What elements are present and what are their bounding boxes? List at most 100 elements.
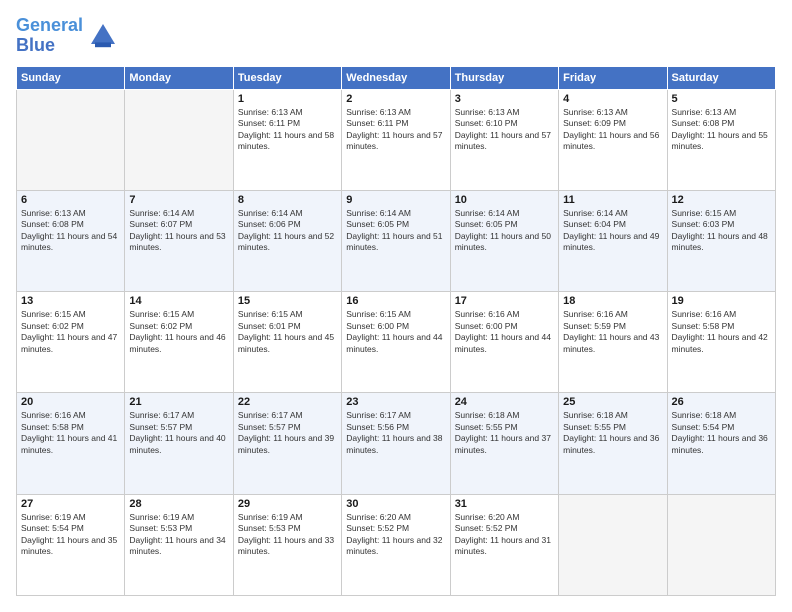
day-info: Sunrise: 6:17 AM Sunset: 5:57 PM Dayligh…: [238, 410, 337, 456]
calendar-cell: [17, 89, 125, 190]
day-info: Sunrise: 6:14 AM Sunset: 6:06 PM Dayligh…: [238, 208, 337, 254]
day-info: Sunrise: 6:14 AM Sunset: 6:04 PM Dayligh…: [563, 208, 662, 254]
calendar-cell: 23Sunrise: 6:17 AM Sunset: 5:56 PM Dayli…: [342, 393, 450, 494]
day-number: 30: [346, 498, 445, 510]
calendar-cell: 15 Sunrise: 6:15 AM Sunset: 6:01 PM Dayli…: [233, 292, 341, 393]
day-info: Sunrise: 6:19 AM Sunset: 5:53 PM Dayligh…: [238, 512, 337, 558]
day-info: Sunrise: 6:19 AM Sunset: 5:53 PM Dayligh…: [129, 512, 228, 558]
day-info: Sunrise: 6:16 AM Sunset: 6:00 PM Dayligh…: [455, 309, 554, 355]
day-number: 16: [346, 295, 445, 307]
day-number: 1: [238, 93, 337, 105]
day-number: 26: [672, 396, 771, 408]
calendar-cell: 1Sunrise: 6:13 AM Sunset: 6:11 PM Daylig…: [233, 89, 341, 190]
calendar-cell: 17 Sunrise: 6:16 AM Sunset: 6:00 PM Dayli…: [450, 292, 558, 393]
day-number: 17: [455, 295, 554, 307]
day-number: 4: [563, 93, 662, 105]
day-info: Sunrise: 6:20 AM Sunset: 5:52 PM Dayligh…: [455, 512, 554, 558]
calendar-cell: 27 Sunrise: 6:19 AM Sunset: 5:54 PM Dayli…: [17, 494, 125, 595]
calendar-cell: 7 Sunrise: 6:14 AM Sunset: 6:07 PM Daylig…: [125, 190, 233, 291]
calendar-cell: 24 Sunrise: 6:18 AM Sunset: 5:55 PM Dayli…: [450, 393, 558, 494]
calendar-cell: 10 Sunrise: 6:14 AM Sunset: 6:05 PM Dayli…: [450, 190, 558, 291]
day-number: 23: [346, 396, 445, 408]
day-number: 11: [563, 194, 662, 206]
day-info: Sunrise: 6:15 AM Sunset: 6:02 PM Dayligh…: [129, 309, 228, 355]
day-info: Sunrise: 6:13 AM Sunset: 6:11 PM Dayligh…: [346, 107, 445, 153]
calendar-header-tuesday: Tuesday: [233, 66, 341, 89]
calendar-cell: 13Sunrise: 6:15 AM Sunset: 6:02 PM Dayli…: [17, 292, 125, 393]
day-info: Sunrise: 6:16 AM Sunset: 5:59 PM Dayligh…: [563, 309, 662, 355]
calendar-cell: 29 Sunrise: 6:19 AM Sunset: 5:53 PM Dayli…: [233, 494, 341, 595]
day-number: 13: [21, 295, 120, 307]
calendar-week-row: 13 Sunrise: 6:15 AM Sunset: 6:02 PM Dayli…: [17, 292, 776, 393]
day-info: Sunrise: 6:18 AM Sunset: 5:54 PM Dayligh…: [672, 410, 771, 456]
calendar-table: SundayMondayTuesdayWednesdayThursdayFrid…: [16, 66, 776, 596]
logo: General Blue: [16, 16, 119, 56]
day-number: 19: [672, 295, 771, 307]
day-info: Sunrise: 6:19 AM Sunset: 5:54 PM Dayligh…: [21, 512, 120, 558]
calendar-header-row: SundayMondayTuesdayWednesdayThursdayFrid…: [17, 66, 776, 89]
day-number: 12: [672, 194, 771, 206]
header: General Blue: [16, 16, 776, 56]
day-info: Sunrise: 6:15 AM Sunset: 6:00 PM Dayligh…: [346, 309, 445, 355]
day-number: 29: [238, 498, 337, 510]
day-number: 5: [672, 93, 771, 105]
day-number: 9: [346, 194, 445, 206]
calendar-week-row: 1 Sunrise: 6:13 AM Sunset: 6:11 PM Daylig…: [17, 89, 776, 190]
calendar-cell: 19 Sunrise: 6:16 AM Sunset: 5:58 PM Dayli…: [667, 292, 775, 393]
day-info: Sunrise: 6:16 AM Sunset: 5:58 PM Dayligh…: [21, 410, 120, 456]
calendar-cell: [125, 89, 233, 190]
calendar-cell: 14 Sunrise: 6:15 AM Sunset: 6:02 PM Dayli…: [125, 292, 233, 393]
calendar-page: General Blue SundayMondayTuesdayWednesda…: [0, 0, 792, 612]
calendar-cell: 21Sunrise: 6:17 AM Sunset: 5:57 PM Dayli…: [125, 393, 233, 494]
calendar-cell: 22Sunrise: 6:17 AM Sunset: 5:57 PM Dayli…: [233, 393, 341, 494]
day-info: Sunrise: 6:18 AM Sunset: 5:55 PM Dayligh…: [455, 410, 554, 456]
calendar-cell: 2 Sunrise: 6:13 AM Sunset: 6:11 PM Daylig…: [342, 89, 450, 190]
calendar-cell: 26 Sunrise: 6:18 AM Sunset: 5:54 PM Dayli…: [667, 393, 775, 494]
day-info: Sunrise: 6:13 AM Sunset: 6:10 PM Dayligh…: [455, 107, 554, 153]
calendar-cell: 4 Sunrise: 6:13 AM Sunset: 6:09 PM Daylig…: [559, 89, 667, 190]
calendar-cell: 6Sunrise: 6:13 AM Sunset: 6:08 PM Daylig…: [17, 190, 125, 291]
calendar-cell: 30 Sunrise: 6:20 AM Sunset: 5:52 PM Dayli…: [342, 494, 450, 595]
day-number: 28: [129, 498, 228, 510]
day-number: 14: [129, 295, 228, 307]
day-info: Sunrise: 6:20 AM Sunset: 5:52 PM Dayligh…: [346, 512, 445, 558]
day-number: 2: [346, 93, 445, 105]
calendar-cell: 18Sunrise: 6:16 AM Sunset: 5:59 PM Dayli…: [559, 292, 667, 393]
day-number: 27: [21, 498, 120, 510]
logo-text: General: [16, 16, 83, 36]
day-number: 20: [21, 396, 120, 408]
calendar-header-thursday: Thursday: [450, 66, 558, 89]
calendar-header-monday: Monday: [125, 66, 233, 89]
calendar-cell: 31 Sunrise: 6:20 AM Sunset: 5:52 PM Dayli…: [450, 494, 558, 595]
day-number: 10: [455, 194, 554, 206]
day-info: Sunrise: 6:14 AM Sunset: 6:05 PM Dayligh…: [455, 208, 554, 254]
day-number: 7: [129, 194, 228, 206]
day-info: Sunrise: 6:15 AM Sunset: 6:03 PM Dayligh…: [672, 208, 771, 254]
day-info: Sunrise: 6:13 AM Sunset: 6:08 PM Dayligh…: [672, 107, 771, 153]
day-info: Sunrise: 6:17 AM Sunset: 5:57 PM Dayligh…: [129, 410, 228, 456]
day-info: Sunrise: 6:16 AM Sunset: 5:58 PM Dayligh…: [672, 309, 771, 355]
calendar-header-saturday: Saturday: [667, 66, 775, 89]
calendar-header-sunday: Sunday: [17, 66, 125, 89]
calendar-cell: 20 Sunrise: 6:16 AM Sunset: 5:58 PM Dayli…: [17, 393, 125, 494]
day-number: 15: [238, 295, 337, 307]
calendar-week-row: 20 Sunrise: 6:16 AM Sunset: 5:58 PM Dayli…: [17, 393, 776, 494]
day-info: Sunrise: 6:14 AM Sunset: 6:07 PM Dayligh…: [129, 208, 228, 254]
day-info: Sunrise: 6:13 AM Sunset: 6:09 PM Dayligh…: [563, 107, 662, 153]
day-info: Sunrise: 6:14 AM Sunset: 6:05 PM Dayligh…: [346, 208, 445, 254]
calendar-cell: [667, 494, 775, 595]
day-info: Sunrise: 6:18 AM Sunset: 5:55 PM Dayligh…: [563, 410, 662, 456]
day-number: 3: [455, 93, 554, 105]
day-number: 25: [563, 396, 662, 408]
day-number: 24: [455, 396, 554, 408]
calendar-header-wednesday: Wednesday: [342, 66, 450, 89]
day-number: 31: [455, 498, 554, 510]
day-info: Sunrise: 6:15 AM Sunset: 6:01 PM Dayligh…: [238, 309, 337, 355]
calendar-cell: 9 Sunrise: 6:14 AM Sunset: 6:05 PM Daylig…: [342, 190, 450, 291]
logo-icon: [87, 20, 119, 52]
calendar-cell: [559, 494, 667, 595]
calendar-cell: 28 Sunrise: 6:19 AM Sunset: 5:53 PM Dayli…: [125, 494, 233, 595]
logo-text2: Blue: [16, 36, 83, 56]
calendar-cell: 3 Sunrise: 6:13 AM Sunset: 6:10 PM Daylig…: [450, 89, 558, 190]
calendar-cell: 5 Sunrise: 6:13 AM Sunset: 6:08 PM Daylig…: [667, 89, 775, 190]
